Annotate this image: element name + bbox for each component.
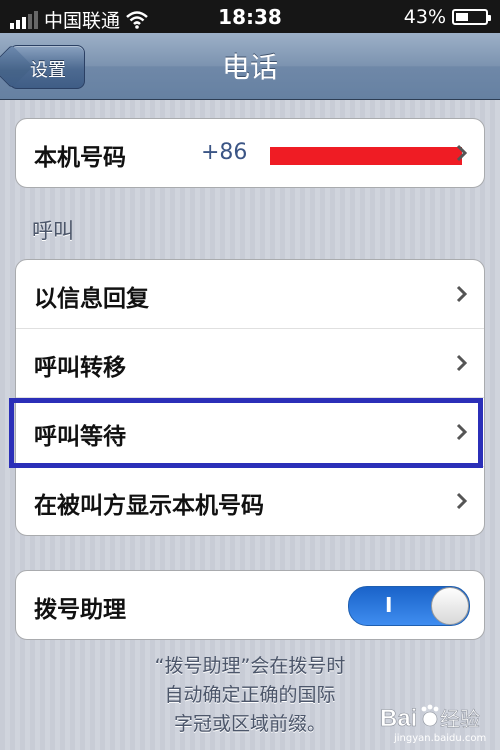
highlight-annotation — [9, 398, 483, 468]
section-header-calls: 呼叫 — [32, 219, 74, 243]
chevron-right-icon — [456, 285, 468, 303]
reply-with-message-row[interactable]: 以信息回复 — [16, 260, 484, 329]
chevron-right-icon — [456, 144, 468, 162]
watermark-url: jingyan.baidu.com — [393, 733, 486, 744]
battery-icon — [452, 9, 491, 25]
watermark-brand: Bai — [380, 705, 417, 732]
battery-fill — [456, 13, 469, 21]
watermark-brand-cn: 经验 — [440, 707, 480, 731]
dial-assist-toggle[interactable]: I — [348, 586, 470, 626]
my-number-group: 本机号码 +86 — [15, 118, 485, 188]
dial-assist-row: 拨号助理 I — [16, 571, 484, 639]
show-caller-id-row[interactable]: 在被叫方显示本机号码 — [16, 467, 484, 535]
row-label: 以信息回复 — [34, 286, 149, 312]
chevron-right-icon — [456, 492, 468, 510]
my-number-row[interactable]: 本机号码 +86 — [16, 119, 484, 187]
footer-line: “拨号助理”会在拨号时 — [154, 655, 346, 677]
battery-percent: 43% — [403, 6, 446, 28]
page-title: 电话 — [221, 51, 278, 84]
dial-assist-label: 拨号助理 — [34, 597, 126, 623]
row-label: 在被叫方显示本机号码 — [34, 493, 264, 519]
toggle-on-indicator: I — [385, 593, 393, 617]
chevron-right-icon — [456, 354, 468, 372]
baidu-watermark: Bai 经验 jingyan.baidu.com — [380, 704, 486, 744]
toggle-knob — [431, 587, 469, 625]
status-bar: 中国联通 18:38 43% — [0, 0, 500, 33]
paw-icon — [421, 704, 439, 727]
call-forwarding-row[interactable]: 呼叫转移 — [16, 329, 484, 398]
row-label: 呼叫转移 — [34, 355, 126, 381]
my-number-label: 本机号码 — [34, 145, 126, 171]
status-right: 43% — [403, 6, 491, 28]
redaction-mark — [270, 147, 462, 165]
navigation-bar: 设置 电话 — [0, 33, 500, 100]
my-number-value: +86 — [201, 140, 248, 165]
dial-assist-group: 拨号助理 I — [15, 570, 485, 640]
